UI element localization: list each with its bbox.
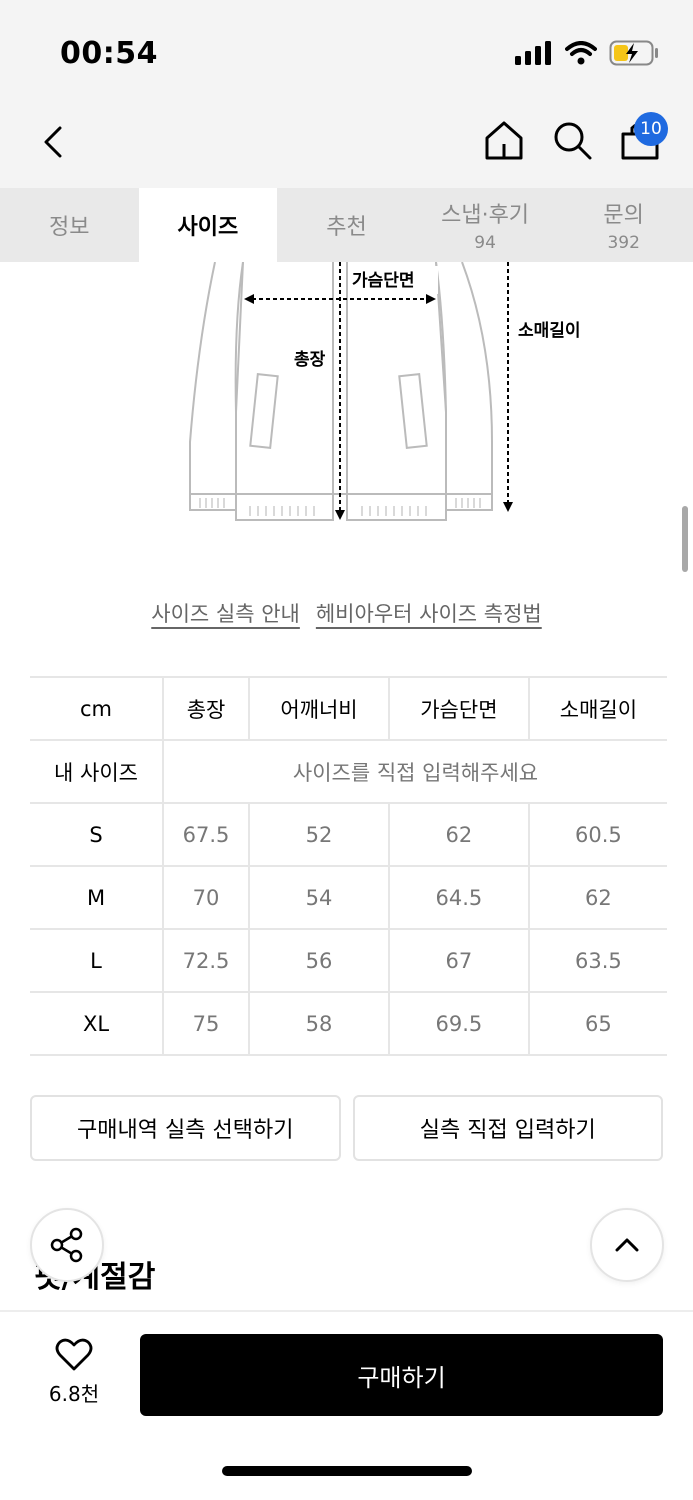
scrollbar[interactable]	[682, 506, 688, 572]
share-button[interactable]	[30, 1208, 104, 1282]
value-cell: 60.5	[527, 803, 667, 867]
value-cell: 67.5	[163, 803, 250, 867]
tab-count: 392	[607, 233, 640, 253]
value-cell: 62	[387, 803, 529, 867]
battery-charging-icon	[609, 40, 658, 66]
status-time: 00:54	[60, 36, 158, 71]
buy-button[interactable]: 구매하기	[140, 1334, 663, 1416]
value-cell: 70	[163, 866, 250, 930]
value-cell: 63.5	[527, 929, 667, 993]
value-cell: 64.5	[387, 866, 529, 930]
table-row: M 70 54 64.5 62	[30, 866, 667, 930]
tab-inquiry[interactable]: 문의 392	[554, 188, 693, 262]
jacket-size-diagram: 가슴단면 총장 소매길이	[189, 262, 581, 521]
table-header: 총장	[163, 676, 250, 741]
tab-recommend[interactable]: 추천	[277, 188, 416, 262]
size-cell: S	[30, 803, 164, 867]
length-label: 총장	[294, 350, 326, 370]
like-button[interactable]: 6.8천	[38, 1338, 110, 1407]
my-size-input-prompt[interactable]: 사이즈를 직접 입력해주세요	[163, 740, 667, 804]
size-cell: M	[30, 866, 164, 930]
measurement-buttons: 구매내역 실측 선택하기 실측 직접 입력하기	[30, 1095, 663, 1161]
home-icon[interactable]	[482, 118, 526, 162]
my-size-row: 내 사이즈 사이즈를 직접 입력해주세요	[30, 740, 667, 804]
measure-lines	[252, 262, 509, 510]
value-cell: 69.5	[387, 992, 529, 1056]
value-cell: 62	[527, 866, 667, 930]
purchase-history-measure-button[interactable]: 구매내역 실측 선택하기	[30, 1095, 341, 1161]
table-header-row: cm 총장 어깨너비 가슴단면 소매길이	[30, 676, 667, 741]
tab-label: 추천	[326, 215, 367, 240]
share-icon	[50, 1227, 83, 1263]
cart-count-badge: 10	[634, 112, 668, 146]
status-icons	[515, 40, 659, 66]
tab-label: 사이즈	[177, 215, 239, 240]
value-cell: 75	[163, 992, 250, 1056]
size-cell: L	[30, 929, 164, 993]
value-cell: 65	[527, 992, 667, 1056]
size-table: cm 총장 어깨너비 가슴단면 소매길이 내 사이즈 사이즈를 직접 입력해주세…	[30, 676, 667, 1056]
size-cell: XL	[30, 992, 164, 1056]
bottom-purchase-bar: 6.8천 구매하기	[0, 1310, 693, 1500]
sleeve-label: 소매길이	[518, 321, 581, 341]
table-row: S 67.5 52 62 60.5	[30, 803, 667, 867]
tab-label: 문의	[603, 203, 644, 228]
my-size-label: 내 사이즈	[30, 740, 164, 804]
value-cell: 67	[387, 929, 529, 993]
wifi-icon	[565, 41, 597, 65]
value-cell: 58	[248, 992, 389, 1056]
table-row: XL 75 58 69.5 65	[30, 992, 667, 1056]
table-row: L 72.5 56 67 63.5	[30, 929, 667, 993]
back-arrow-icon[interactable]	[36, 120, 76, 164]
size-guide-link[interactable]: 사이즈 실측 안내	[151, 598, 300, 628]
scroll-to-top-button[interactable]	[590, 1208, 664, 1282]
tab-count: 94	[474, 233, 496, 253]
arrow-heads	[244, 294, 513, 520]
tab-label: 스냅·후기	[441, 203, 530, 228]
heart-icon	[55, 1338, 93, 1371]
table-header: 소매길이	[527, 676, 667, 741]
home-indicator	[222, 1466, 472, 1476]
chevron-up-icon	[615, 1238, 639, 1252]
tab-snap-review[interactable]: 스냅·후기 94	[416, 188, 555, 262]
tab-size[interactable]: 사이즈	[138, 188, 278, 262]
tab-label: 정보	[49, 215, 90, 240]
search-icon[interactable]	[550, 118, 594, 162]
like-count: 6.8천	[48, 1382, 100, 1406]
value-cell: 72.5	[163, 929, 250, 993]
measure-method-link[interactable]: 헤비아우터 사이즈 측정법	[316, 598, 542, 628]
status-bar: 00:54	[0, 0, 693, 100]
signal-icon	[515, 41, 551, 65]
tab-info[interactable]: 정보	[0, 188, 139, 262]
tab-bar: 정보 사이즈 추천 스냅·후기 94 문의 392	[0, 188, 693, 262]
table-header: cm	[30, 676, 164, 741]
value-cell: 54	[248, 866, 389, 930]
table-header: 가슴단면	[387, 676, 529, 741]
size-guide-links: 사이즈 실측 안내 헤비아우터 사이즈 측정법	[0, 598, 693, 628]
value-cell: 56	[248, 929, 389, 993]
chest-label: 가슴단면	[352, 271, 415, 291]
value-cell: 52	[248, 803, 389, 867]
table-header: 어깨너비	[248, 676, 389, 741]
top-nav-bar	[0, 100, 693, 188]
direct-measure-input-button[interactable]: 실측 직접 입력하기	[352, 1095, 663, 1161]
